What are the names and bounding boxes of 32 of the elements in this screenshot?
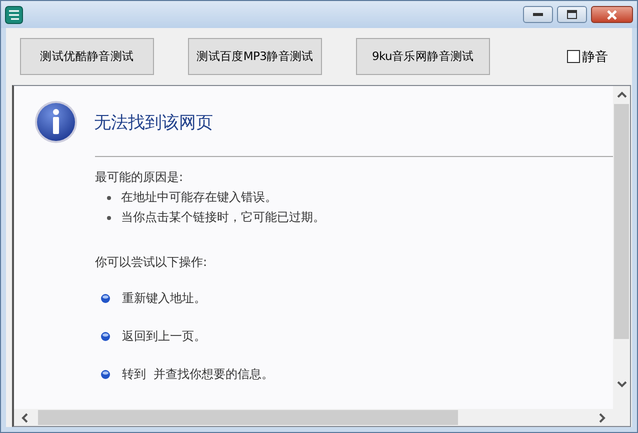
close-icon <box>606 10 618 20</box>
scroll-thumb[interactable] <box>38 410 458 425</box>
scroll-up-icon[interactable] <box>616 90 626 100</box>
bullet-icon <box>101 370 110 379</box>
close-button[interactable] <box>591 6 633 23</box>
cause-text: 当你点击某个链接时，它可能已过期。 <box>121 209 325 226</box>
test-button[interactable]: 测试百度MP3静音测试 <box>188 38 322 75</box>
app-icon <box>5 6 23 24</box>
scroll-thumb[interactable] <box>614 104 629 339</box>
maximize-button[interactable] <box>557 6 587 23</box>
action-text: 返回到上一页。 <box>122 328 206 345</box>
page-title: 无法找到该网页 <box>94 112 213 134</box>
info-icon <box>34 100 78 144</box>
scroll-right-icon[interactable] <box>597 412 607 422</box>
mute-checkbox[interactable] <box>567 50 580 63</box>
minimize-button[interactable] <box>523 6 553 23</box>
bullet-icon <box>101 294 110 303</box>
test-button[interactable]: 测试优酷静音测试 <box>20 38 154 75</box>
causes-heading: 最可能的原因是: <box>95 169 184 186</box>
action-text: 转到 并查找你想要的信息。 <box>122 366 274 383</box>
scroll-left-icon[interactable] <box>20 412 30 422</box>
action-text: 重新键入地址。 <box>122 290 206 307</box>
minimize-icon <box>533 12 543 16</box>
mute-label: 静音 <box>582 48 608 66</box>
cause-text: 在地址中可能存在键入错误。 <box>121 189 277 206</box>
bullet-icon <box>101 332 110 341</box>
scroll-down-icon[interactable] <box>616 379 626 389</box>
bullet-icon <box>107 196 111 200</box>
maximize-icon <box>567 10 577 19</box>
actions-heading: 你可以尝试以下操作: <box>95 254 208 271</box>
bullet-icon <box>107 216 111 220</box>
test-button[interactable]: 9ku音乐网静音测试 <box>356 38 490 75</box>
